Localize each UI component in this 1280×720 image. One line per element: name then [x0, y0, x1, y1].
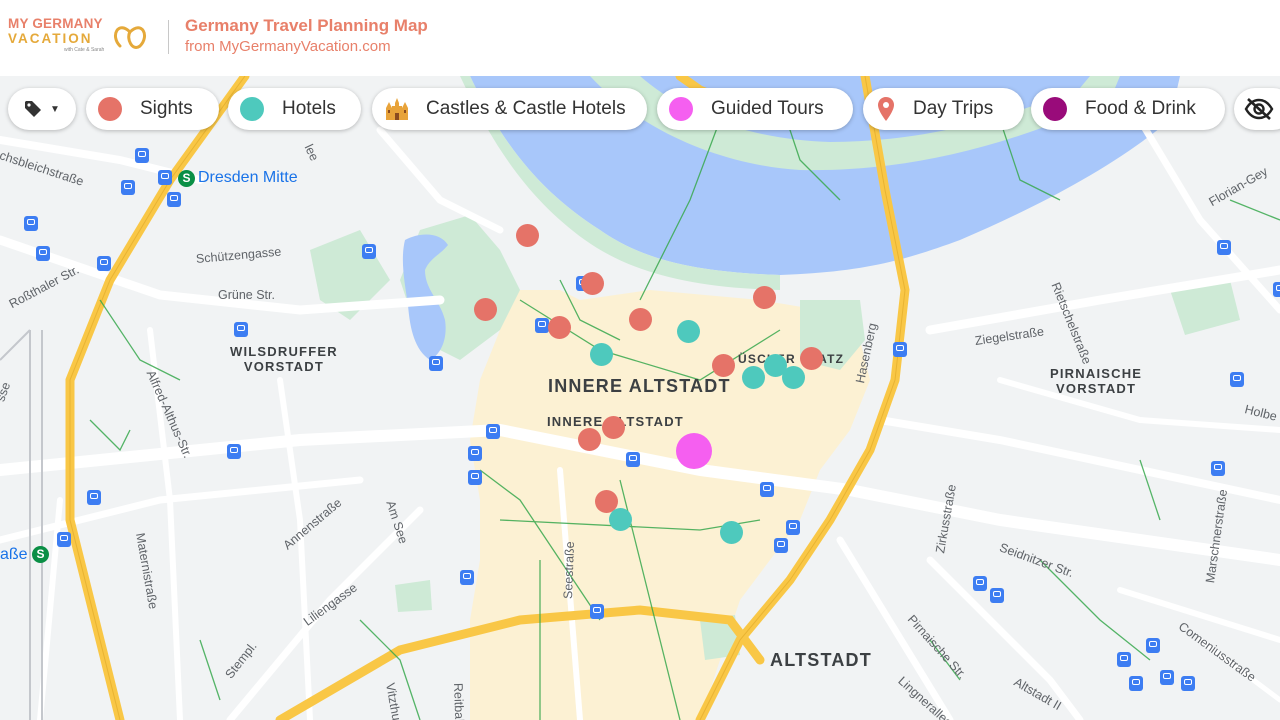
- tram-stop-icon[interactable]: [1273, 282, 1280, 297]
- sight-marker[interactable]: [581, 272, 604, 295]
- page-title: Germany Travel Planning Map: [185, 16, 428, 35]
- hotel-marker[interactable]: [677, 320, 700, 343]
- tram-stop-icon[interactable]: [1211, 461, 1225, 476]
- guided-tour-marker[interactable]: [676, 433, 712, 469]
- tram-stop-icon[interactable]: [167, 192, 181, 207]
- header-divider: [168, 20, 169, 54]
- toggle-visibility-button[interactable]: [1234, 88, 1280, 130]
- district-label-altstadt: ALTSTADT: [770, 650, 872, 670]
- tram-stop-icon[interactable]: [486, 424, 500, 439]
- guided-tours-dot-icon: [669, 97, 693, 121]
- hotel-marker[interactable]: [720, 521, 743, 544]
- sight-marker[interactable]: [516, 224, 539, 247]
- tram-stop-icon[interactable]: [1230, 372, 1244, 387]
- street-label: Grüne Str.: [218, 288, 275, 302]
- tram-stop-icon[interactable]: [590, 604, 604, 619]
- filter-label: Guided Tours: [711, 98, 824, 119]
- castle-icon: [384, 96, 410, 122]
- district-label-neumarkt: ÜSCHER PLATZ: [738, 352, 845, 366]
- hotel-marker[interactable]: [609, 508, 632, 531]
- tram-stop-icon[interactable]: [760, 482, 774, 497]
- sbahn-icon[interactable]: S: [32, 546, 49, 563]
- map-canvas[interactable]: INNERE ALTSTADT INNERE ALTSTADT WILSDRUF…: [0, 76, 1280, 720]
- food-drink-dot-icon: [1043, 97, 1067, 121]
- street-label: Reitbahns: [451, 682, 467, 720]
- tram-stop-icon[interactable]: [468, 470, 482, 485]
- street-label: Seestraße: [561, 541, 578, 600]
- district-label-wilsdruffer: WILSDRUFFER VORSTADT: [230, 344, 338, 374]
- tram-stop-icon[interactable]: [227, 444, 241, 459]
- hotel-marker[interactable]: [590, 343, 613, 366]
- tram-stop-icon[interactable]: [460, 570, 474, 585]
- tram-stop-icon[interactable]: [1146, 638, 1160, 653]
- logo-line-3: with Cate & Sarah: [64, 47, 105, 53]
- sight-marker[interactable]: [578, 428, 601, 451]
- tram-stop-icon[interactable]: [362, 244, 376, 259]
- filter-hotels[interactable]: Hotels: [228, 88, 361, 130]
- filter-label: Sights: [140, 98, 193, 119]
- train-station-icon[interactable]: [158, 170, 172, 185]
- tram-stop-icon[interactable]: [135, 148, 149, 163]
- tram-stop-icon[interactable]: [1181, 676, 1195, 691]
- filter-day-trips[interactable]: Day Trips: [863, 88, 1024, 130]
- tram-stop-icon[interactable]: [57, 532, 71, 547]
- district-label-innere-altstadt: INNERE ALTSTADT: [548, 376, 731, 396]
- tram-stop-icon[interactable]: [626, 452, 640, 467]
- tram-stop-icon[interactable]: [973, 576, 987, 591]
- map-pin-icon: [877, 96, 895, 122]
- sight-marker[interactable]: [602, 416, 625, 439]
- tag-filter-button[interactable]: ▼: [8, 88, 76, 130]
- sbahn-icon[interactable]: S: [178, 170, 195, 187]
- filter-guided-tours[interactable]: Guided Tours: [657, 88, 853, 130]
- tram-stop-icon[interactable]: [535, 318, 549, 333]
- filter-food-drink[interactable]: Food & Drink: [1031, 88, 1225, 130]
- site-logo[interactable]: MY GERMANY VACATION with Cate & Sarah: [8, 14, 148, 58]
- hotel-marker[interactable]: [742, 366, 765, 389]
- district-label-pirnaische: PIRNAISCHE VORSTADT: [1050, 366, 1143, 396]
- logo-line-1: MY GERMANY: [8, 16, 103, 31]
- place-label-dresden-mitte[interactable]: Dresden Mitte: [198, 169, 298, 187]
- sight-marker[interactable]: [474, 298, 497, 321]
- sight-marker[interactable]: [712, 354, 735, 377]
- sight-marker[interactable]: [629, 308, 652, 331]
- tram-stop-icon[interactable]: [24, 216, 38, 231]
- filter-castles[interactable]: Castles & Castle Hotels: [372, 88, 647, 130]
- filter-label: Food & Drink: [1085, 98, 1196, 119]
- filter-label: Day Trips: [913, 98, 994, 119]
- tram-stop-icon[interactable]: [121, 180, 135, 195]
- tram-stop-icon[interactable]: [97, 256, 111, 271]
- sight-marker[interactable]: [548, 316, 571, 339]
- hotels-dot-icon: [240, 97, 264, 121]
- hotel-marker[interactable]: [782, 366, 805, 389]
- filter-label: Hotels: [282, 98, 336, 119]
- logo-line-2: VACATION: [8, 31, 93, 46]
- tag-icon: [24, 100, 42, 118]
- street-label: aße: [0, 546, 28, 563]
- tram-stop-icon[interactable]: [36, 246, 50, 261]
- header: MY GERMANY VACATION with Cate & Sarah Ge…: [0, 0, 1280, 76]
- tram-stop-icon[interactable]: [1160, 670, 1174, 685]
- tram-stop-icon[interactable]: [468, 446, 482, 461]
- sights-dot-icon: [98, 97, 122, 121]
- filter-label: Castles & Castle Hotels: [426, 98, 626, 119]
- tram-stop-icon[interactable]: [774, 538, 788, 553]
- tram-stop-icon[interactable]: [87, 490, 101, 505]
- tram-stop-icon[interactable]: [1217, 240, 1231, 255]
- eye-off-icon: [1244, 97, 1274, 121]
- tram-stop-icon[interactable]: [893, 342, 907, 357]
- sight-marker[interactable]: [800, 347, 823, 370]
- pretzel-icon: [114, 26, 146, 49]
- filter-sights[interactable]: Sights: [86, 88, 219, 130]
- tram-stop-icon[interactable]: [1117, 652, 1131, 667]
- sight-marker[interactable]: [753, 286, 776, 309]
- tram-stop-icon[interactable]: [990, 588, 1004, 603]
- chevron-down-icon: ▼: [50, 103, 60, 115]
- tram-stop-icon[interactable]: [234, 322, 248, 337]
- tram-stop-icon[interactable]: [429, 356, 443, 371]
- page-subtitle[interactable]: from MyGermanyVacation.com: [185, 38, 391, 55]
- tram-stop-icon[interactable]: [1129, 676, 1143, 691]
- tram-stop-icon[interactable]: [786, 520, 800, 535]
